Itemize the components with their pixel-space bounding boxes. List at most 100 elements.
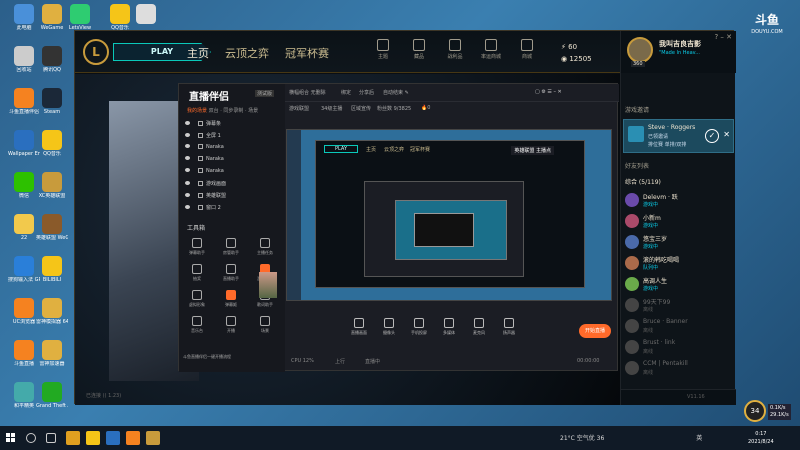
desktop-icon[interactable]: XC英雄联盟 <box>36 172 68 199</box>
toolbox-item[interactable]: 主播任务 <box>251 238 279 256</box>
task-view-icon[interactable] <box>46 433 56 443</box>
toolbar-loot[interactable]: 战利品 <box>443 39 467 60</box>
desktop-icon[interactable]: LetsView <box>64 4 96 31</box>
source-control[interactable]: 手机投屏 <box>405 318 433 336</box>
desktop-icon[interactable]: BILIBILI <box>36 256 68 283</box>
toolbox-item[interactable]: 弹幕助手 <box>183 238 211 256</box>
accept-invite-button[interactable]: ✓ <box>705 129 719 143</box>
friend-item[interactable]: 悠宝三岁 游戏中 <box>625 233 733 253</box>
avatar[interactable] <box>627 37 653 63</box>
windows-start-button[interactable] <box>6 433 16 443</box>
toolbar-store[interactable]: 商城 <box>515 39 539 60</box>
toolbar-theme[interactable]: 主题 <box>371 39 395 60</box>
friend-item[interactable]: CCM | Pentakill 离线 <box>625 359 733 379</box>
friend-item[interactable]: 滚的韩吃喝喝 队列中 <box>625 254 733 274</box>
help-icon[interactable]: ? <box>714 33 718 41</box>
stream-preview[interactable]: PLAY 主页 云顶之弈 冠军杯赛 英雄联盟 主播点 <box>286 129 612 301</box>
summoner-status[interactable]: "Made In Heav... <box>659 50 700 56</box>
eye-icon[interactable] <box>185 168 190 172</box>
taskbar-app-icon[interactable] <box>86 431 100 445</box>
friend-item[interactable]: 99天下99 离线 <box>625 296 733 316</box>
desktop-icon[interactable]: 腾讯QQ <box>36 46 68 73</box>
app-icon <box>14 4 34 24</box>
scene-item[interactable]: 弹幕条 <box>185 120 221 130</box>
scene-item[interactable]: Naraka <box>185 168 224 178</box>
friend-group-header[interactable]: 综合 (5/119) <box>625 177 661 186</box>
tab-home[interactable]: 主页 <box>187 45 209 61</box>
friend-item[interactable]: Bruce · Banner 离线 <box>625 317 733 337</box>
source-control[interactable]: 多媒体 <box>435 318 463 336</box>
scene-item[interactable]: Naraka <box>185 156 224 166</box>
desktop-icon[interactable] <box>130 4 162 25</box>
lol-taskbar-icon[interactable] <box>146 431 160 445</box>
desktop-icon[interactable]: 英雄联盟 WeGame <box>36 214 68 241</box>
scene-label: Naraka <box>206 144 224 150</box>
minimize-icon[interactable]: – <box>720 33 724 41</box>
friend-avatar <box>625 214 639 228</box>
scene-item[interactable]: Naraka <box>185 144 224 154</box>
eye-icon[interactable] <box>185 193 190 197</box>
profile-header[interactable]: 360 我叫吉良吉影 "Made In Heav... ? – ✕ <box>621 31 736 73</box>
scene-label: Naraka <box>206 168 224 174</box>
app-icon <box>14 340 34 360</box>
game-invite[interactable]: Steve · Roggers 已领邀请 排位赛 单排/双排 ✓ ✕ <box>623 119 734 153</box>
system-tray: 21°C 空气优 36 英 <box>560 433 702 442</box>
start-live-button[interactable]: 开始直播 <box>579 324 611 338</box>
scene-item[interactable]: 全屏 1 <box>185 132 221 142</box>
source-control[interactable]: 扬声器 <box>495 318 523 336</box>
desktop-icon-label: 英雄联盟 WeGame <box>36 235 68 241</box>
source-control[interactable]: 麦克风 <box>465 318 493 336</box>
friend-item[interactable]: 小新m 游戏中 <box>625 212 733 232</box>
file-explorer-icon[interactable] <box>66 431 80 445</box>
desktop-icon[interactable]: QQ音乐 <box>36 130 68 157</box>
toolbox-item[interactable]: 开播 <box>217 316 245 334</box>
scene-tabs[interactable]: 我的场景 双台 · 同步录制 · 场景 <box>187 107 258 114</box>
friend-item[interactable]: Brust · link 离线 <box>625 338 733 358</box>
app-icon <box>42 130 62 150</box>
desktop-icon[interactable]: 雷神加速器 <box>36 340 68 367</box>
eye-icon[interactable] <box>185 205 190 209</box>
toolbox-item[interactable]: 虚拟形象 <box>183 290 211 308</box>
tool-label: 场景 <box>261 328 269 333</box>
toolbox-item[interactable]: 场景 <box>251 316 279 334</box>
lol-logo[interactable]: L <box>83 39 109 65</box>
toolbar-collection[interactable]: 藏品 <box>407 39 431 60</box>
bottom-notice[interactable]: 斗鱼直播伴侣一键开播流程 <box>183 354 231 360</box>
toolbox-item[interactable]: 房管助手 <box>217 238 245 256</box>
search-icon[interactable] <box>26 433 36 443</box>
source-control[interactable]: 摄像头 <box>375 318 403 336</box>
friend-name: 滚的韩吃喝喝 <box>643 257 680 264</box>
toolbox-item[interactable]: 弹幕姬 <box>217 290 245 308</box>
douyu-taskbar-icon[interactable] <box>126 431 140 445</box>
speed-gauge[interactable]: 34 <box>744 400 766 422</box>
eye-icon[interactable] <box>185 121 190 125</box>
ime-indicator[interactable]: 英 <box>696 435 702 442</box>
window-controls[interactable]: ▢ ⚙ ☰ – ✕ <box>535 89 562 95</box>
close-icon[interactable]: ✕ <box>726 33 732 41</box>
scene-item[interactable]: 游戏画面 <box>185 180 226 190</box>
friend-item[interactable]: 高调人生 游戏中 <box>625 275 733 295</box>
toolbar-lucky-store[interactable]: 率运商城 <box>479 39 503 60</box>
eye-icon[interactable] <box>185 181 190 185</box>
scene-item[interactable]: 英雄联盟 <box>185 192 226 202</box>
toolbox-item[interactable]: 直播助手 <box>217 264 245 282</box>
desktop-icon[interactable]: 雷神模拟器 64 <box>36 298 68 325</box>
toolbox-item[interactable]: 抽奖 <box>183 264 211 282</box>
desktop-icon[interactable]: Steam <box>36 88 68 115</box>
clock[interactable]: 0:17 2021/8/24 <box>748 430 774 446</box>
tab-clash[interactable]: 冠军杯赛 <box>285 45 329 61</box>
toolbox-item[interactable]: 音乐台 <box>183 316 211 334</box>
taskbar-app-icon[interactable] <box>106 431 120 445</box>
control-label: 麦克风 <box>473 330 485 335</box>
friend-item[interactable]: Delevm · 跃游戏中 <box>625 191 733 211</box>
eye-icon[interactable] <box>185 133 190 137</box>
desktop-icon[interactable]: Grand Theft Auto V <box>36 382 68 409</box>
eye-icon[interactable] <box>185 144 190 148</box>
friend-avatar <box>625 256 639 270</box>
decline-invite-button[interactable]: ✕ <box>723 130 730 139</box>
tab-tft[interactable]: 云顶之弈 <box>225 45 269 61</box>
source-control[interactable]: 直播画面 <box>345 318 373 336</box>
eye-icon[interactable] <box>185 156 190 160</box>
scene-item[interactable]: 窗口 2 <box>185 204 221 214</box>
weather-widget[interactable]: 21°C 空气优 36 <box>560 435 604 442</box>
